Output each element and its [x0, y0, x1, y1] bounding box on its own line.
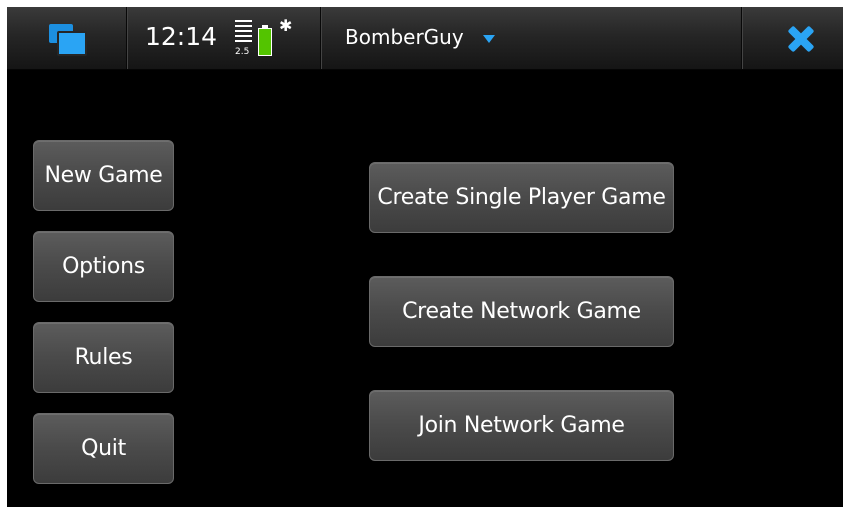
task-switcher-icon[interactable] — [49, 24, 87, 56]
app-title-menu[interactable]: BomberGuy — [345, 23, 464, 51]
clock[interactable]: 12:14 — [145, 22, 217, 52]
create-single-player-game-button[interactable]: Create Single Player Game — [369, 162, 674, 233]
quit-button[interactable]: Quit — [33, 413, 174, 484]
network-type-label: 2.5 — [235, 47, 250, 57]
options-button[interactable]: Options — [33, 231, 174, 302]
battery-level — [258, 28, 272, 56]
window-front-shape — [57, 31, 87, 56]
status-divider — [741, 7, 742, 69]
create-network-game-button[interactable]: Create Network Game — [369, 276, 674, 347]
app-screen: 12:14 2.5 ✱ BomberGuy New Game Options R… — [7, 7, 843, 507]
join-network-game-button[interactable]: Join Network Game — [369, 390, 674, 461]
status-divider — [126, 7, 127, 69]
signal-strength-icon: 2.5 — [235, 20, 253, 58]
rules-button[interactable]: Rules — [33, 322, 174, 393]
bluetooth-icon: ✱ — [279, 16, 293, 35]
status-bar: 12:14 2.5 ✱ BomberGuy — [7, 7, 843, 70]
chevron-down-icon[interactable] — [483, 35, 495, 43]
status-divider — [320, 7, 321, 69]
signal-bar — [235, 30, 252, 32]
signal-bar — [235, 35, 252, 37]
new-game-button[interactable]: New Game — [33, 140, 174, 211]
signal-bar — [235, 40, 252, 42]
battery-icon — [258, 25, 272, 56]
close-icon[interactable] — [785, 23, 817, 55]
signal-bar — [235, 25, 252, 27]
signal-bar — [235, 20, 252, 22]
